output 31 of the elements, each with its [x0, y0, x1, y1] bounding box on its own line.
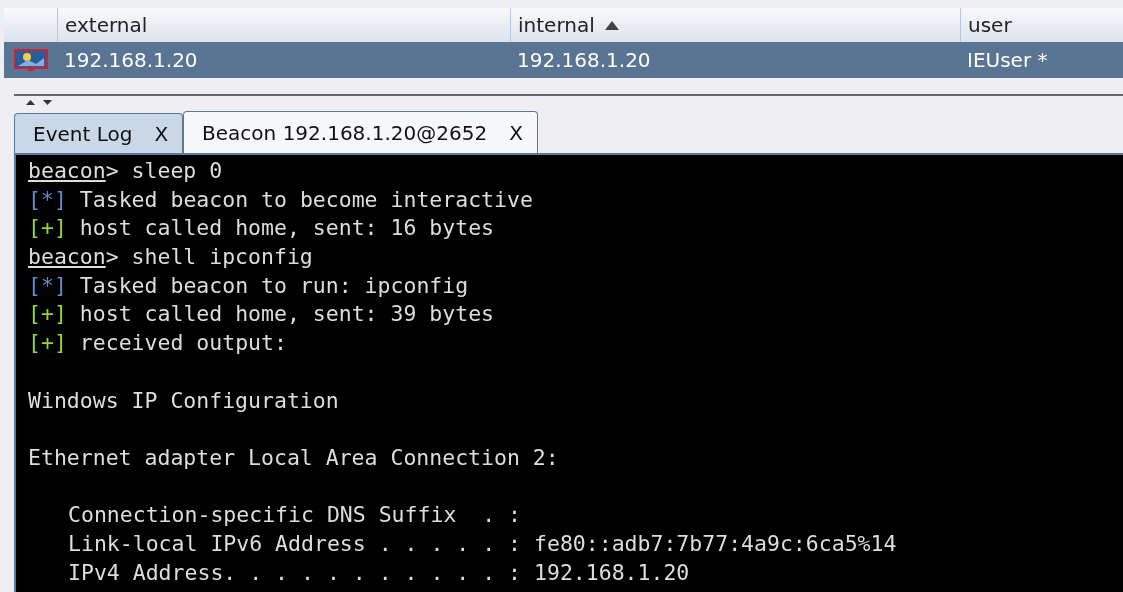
console-line: Link-local IPv6 Address . . . . . : fe80::adb7:7b77:4a9c:6ca5%14	[68, 529, 897, 558]
status-marker: [+]	[28, 300, 67, 329]
status-marker: [*]	[28, 271, 67, 300]
status-marker: [+]	[28, 329, 67, 358]
console-line: Windows IP Configuration	[28, 386, 340, 415]
console-line: Tasked beacon to run: ipconfig	[79, 271, 469, 300]
table-cell: 192.168.1.20	[510, 42, 960, 78]
console-line: beacon> sleep 0	[28, 157, 224, 185]
console-line: beacon> shell ipconfig	[28, 243, 314, 272]
table-cell: 192.168.1.20	[57, 42, 510, 78]
console-line: host called home, sent: 16 bytes	[79, 214, 495, 243]
console-line: Tasked beacon to become interactive	[79, 185, 533, 214]
console-line: host called home, sent: 39 bytes	[79, 300, 495, 329]
status-marker: [+]	[28, 214, 67, 243]
header-cell	[4, 8, 57, 42]
column-header[interactable]: user	[960, 8, 1123, 42]
table-cell: IEUser *	[960, 42, 1123, 78]
tab[interactable]: Event Log X	[14, 113, 184, 153]
computer-monitor-icon	[13, 48, 48, 72]
close-button[interactable]: X	[154, 121, 169, 146]
status-marker: [*]	[28, 185, 67, 214]
console-line: IPv4 Address. . . . . . . . . . . : 192.168.1.20	[68, 558, 690, 587]
console-line: Ethernet adapter Local Area Connection 2:	[28, 443, 560, 472]
up-arrow-icon[interactable]	[26, 100, 35, 105]
close-button[interactable]: X	[509, 120, 523, 145]
column-header[interactable]: internal	[510, 8, 960, 42]
down-arrow-icon[interactable]	[43, 100, 52, 105]
console-line: Connection-specific DNS Suffix . :	[68, 501, 522, 530]
column-header[interactable]: external	[57, 8, 510, 42]
console-line: received output:	[79, 329, 287, 358]
tab[interactable]: Beacon 192.168.1.20@2652 X	[183, 111, 538, 153]
